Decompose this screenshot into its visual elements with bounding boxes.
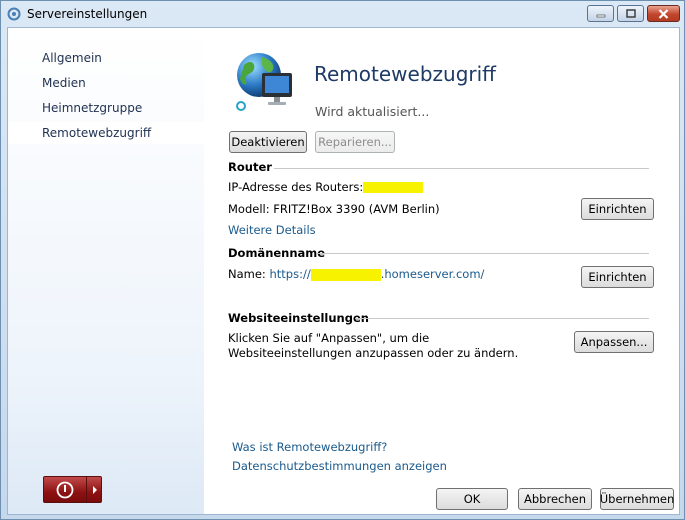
sidebar-item-label: Allgemein: [42, 51, 102, 65]
status-text: Wird aktualisiert...: [315, 104, 430, 119]
minimize-icon: [596, 14, 605, 17]
page-title: Remotewebzugriff: [314, 62, 496, 86]
deactivate-button[interactable]: Deaktivieren: [229, 131, 307, 153]
domain-url-redacted: [310, 268, 381, 281]
router-ip-row: IP-Adresse des Routers:: [228, 180, 424, 194]
close-icon: [658, 8, 669, 19]
domain-setup-button[interactable]: Einrichten: [581, 266, 654, 288]
router-model-label: Modell:: [228, 202, 270, 216]
loading-spinner-icon: [236, 101, 246, 111]
website-section-title: Websiteeinstellungen: [228, 311, 369, 325]
app-icon: [7, 7, 21, 21]
power-button-group: [43, 476, 102, 503]
website-description: Klicken Sie auf "Anpassen", um die Websi…: [228, 331, 519, 360]
content-area: Allgemein Medien Heimnetzgruppe Remotewe…: [7, 27, 680, 515]
sidebar-item-allgemein[interactable]: Allgemein: [8, 47, 204, 69]
router-ip-redacted: [363, 182, 424, 193]
router-model-value: FRITZ!Box 3390 (AVM Berlin): [273, 202, 440, 216]
router-model-row: Modell: FRITZ!Box 3390 (AVM Berlin): [228, 202, 440, 216]
sidebar-item-label: Heimnetzgruppe: [42, 101, 143, 115]
domain-name-row: Name: https:// .homeserver.com/: [228, 267, 484, 281]
router-section-title: Router: [228, 160, 272, 174]
repair-button[interactable]: Reparieren...: [315, 131, 395, 153]
maximize-button[interactable]: [617, 5, 644, 22]
customize-button[interactable]: Anpassen...: [574, 331, 654, 353]
router-divider: [274, 168, 649, 169]
cancel-button[interactable]: Abbrechen: [518, 488, 592, 510]
minimize-button[interactable]: [587, 5, 614, 22]
window-title: Servereinstellungen: [27, 7, 148, 21]
main-panel: Remotewebzugriff Wird aktualisiert... De…: [204, 28, 679, 514]
sidebar-item-remotewebzugriff[interactable]: Remotewebzugriff: [8, 122, 204, 144]
domain-divider: [318, 253, 649, 254]
power-button[interactable]: [44, 477, 86, 502]
sidebar-item-medien[interactable]: Medien: [8, 72, 204, 94]
power-options-button[interactable]: [86, 477, 102, 502]
router-ip-label: IP-Adresse des Routers:: [228, 180, 364, 194]
title-bar[interactable]: Servereinstellungen: [1, 1, 684, 27]
domain-section-title: Domänenname: [228, 246, 326, 260]
domain-name-label: Name:: [228, 267, 266, 281]
domain-url-prefix: https://: [269, 267, 311, 281]
chevron-right-icon: [92, 485, 97, 494]
privacy-link[interactable]: Datenschutzbestimmungen anzeigen: [232, 459, 447, 473]
sidebar-item-heimnetzgruppe[interactable]: Heimnetzgruppe: [8, 97, 204, 119]
more-details-link[interactable]: Weitere Details: [228, 223, 316, 237]
sidebar: Allgemein Medien Heimnetzgruppe Remotewe…: [8, 28, 204, 514]
domain-url-link[interactable]: https:// .homeserver.com/: [269, 267, 484, 281]
power-icon: [56, 481, 74, 498]
apply-button[interactable]: Übernehmen: [600, 488, 674, 510]
website-divider: [355, 318, 649, 319]
router-setup-button[interactable]: Einrichten: [581, 198, 654, 220]
settings-window: Servereinstellungen Allgemein Medien Hei…: [0, 0, 685, 520]
sidebar-item-label: Remotewebzugriff: [42, 126, 152, 140]
ok-button[interactable]: OK: [436, 488, 508, 510]
sidebar-item-label: Medien: [42, 76, 86, 90]
globe-monitor-icon: [237, 53, 292, 105]
domain-url-suffix: .homeserver.com/: [380, 267, 485, 281]
what-is-link[interactable]: Was ist Remotewebzugriff?: [232, 440, 387, 454]
close-button[interactable]: [647, 5, 680, 22]
maximize-icon: [625, 9, 636, 18]
